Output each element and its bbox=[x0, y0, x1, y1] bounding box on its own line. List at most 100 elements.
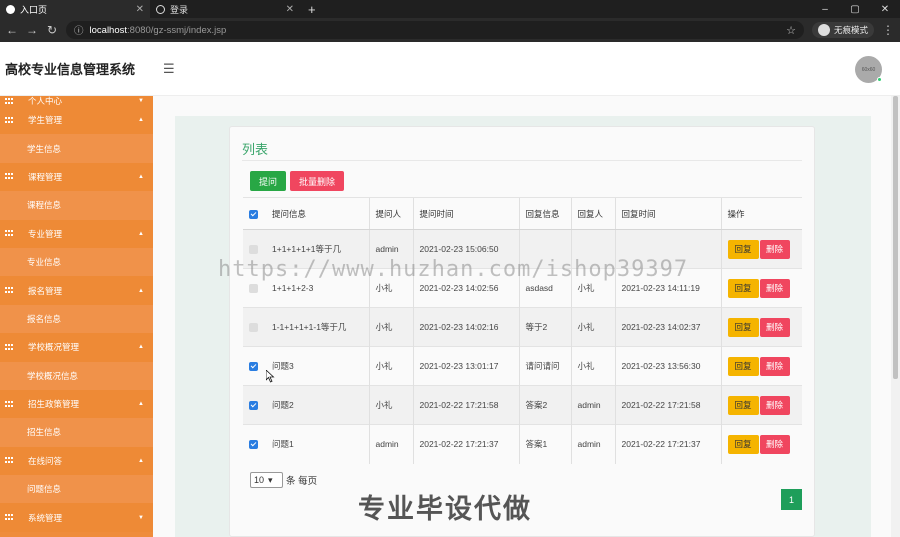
delete-button[interactable]: 删除 bbox=[759, 434, 790, 454]
avatar[interactable]: 60x60 bbox=[855, 56, 882, 83]
column-header-asker: 提问人 bbox=[368, 197, 413, 230]
cell-reply-time: 2021-02-22 17:21:58 bbox=[614, 385, 721, 425]
browser-tab-login[interactable]: 登录 ✕ bbox=[150, 0, 300, 18]
sidebar-group-13[interactable]: 在线问答 ▲ bbox=[0, 446, 153, 476]
batch-delete-button[interactable]: 批量删除 bbox=[290, 171, 344, 191]
sidebar-item-label: 专业信息 bbox=[27, 257, 62, 268]
sidebar-item-10[interactable]: 学校概况信息 bbox=[0, 361, 153, 390]
reply-button[interactable]: 回复 bbox=[727, 434, 759, 454]
more-menu-icon[interactable]: ⋮ bbox=[882, 23, 894, 37]
reply-button[interactable]: 回复 bbox=[727, 278, 759, 298]
cell-question: 问题2 bbox=[266, 385, 369, 425]
column-header-reply-time: 回复时间 bbox=[614, 197, 721, 230]
cell-reply-time: 2021-02-23 13:56:30 bbox=[614, 346, 721, 386]
cell-replier: 小礼 bbox=[570, 346, 615, 386]
divider bbox=[242, 160, 802, 161]
chevron-up-icon: ▲ bbox=[138, 230, 144, 237]
sidebar-item-label: 学校概况信息 bbox=[27, 370, 79, 381]
column-header-replier: 回复人 bbox=[570, 197, 615, 230]
sidebar: 个人中心 ▼ 学生管理 ▲ 学生信息 课程管理 ▲ 课程信息专业管理 ▲ 专业信息报名管理 ▲ 报名信… bbox=[0, 96, 153, 537]
grid-menu-icon bbox=[5, 97, 13, 105]
sidebar-group-11[interactable]: 招生政策管理 ▲ bbox=[0, 389, 153, 419]
incognito-profile-button[interactable]: 无痕模式 bbox=[811, 22, 874, 38]
reload-icon[interactable]: ↻ bbox=[46, 23, 58, 37]
new-tab-button[interactable]: + bbox=[300, 2, 324, 17]
sidebar-item-4[interactable]: 课程信息 bbox=[0, 191, 153, 220]
reply-button[interactable]: 回复 bbox=[727, 239, 759, 259]
table-row: 问题2 小礼 2021-02-22 17:21:58 答案2 admin 2021-02-… bbox=[243, 385, 802, 425]
sidebar-item-8[interactable]: 报名信息 bbox=[0, 304, 153, 334]
grid-menu-icon bbox=[5, 457, 13, 464]
info-icon[interactable]: ⓘ bbox=[74, 23, 84, 37]
bookmark-star-icon[interactable]: ☆ bbox=[786, 24, 796, 37]
table-row: 1-1+1+1+1-1等于几 小礼 2021-02-23 14:02:16 等于2 小礼… bbox=[243, 307, 802, 347]
globe-icon bbox=[156, 4, 165, 14]
row-checkbox[interactable] bbox=[249, 362, 258, 372]
row-checkbox[interactable] bbox=[249, 245, 258, 255]
close-icon[interactable]: ✕ bbox=[286, 4, 294, 15]
row-checkbox[interactable] bbox=[249, 284, 258, 294]
sidebar-item-label: 系统管理 bbox=[28, 512, 63, 523]
sidebar-group-1[interactable]: 学生管理 ▲ bbox=[0, 106, 153, 135]
reply-button[interactable]: 回复 bbox=[727, 317, 759, 337]
app-title: 高校专业信息管理系统 bbox=[5, 62, 136, 77]
delete-button[interactable]: 删除 bbox=[759, 239, 790, 259]
sidebar-item-label: 专业管理 bbox=[28, 228, 63, 239]
page-size-select[interactable]: 10 ▾ bbox=[250, 472, 283, 488]
sidebar-item-6[interactable]: 专业信息 bbox=[0, 247, 153, 277]
sidebar-group-15[interactable]: 系统管理 ▼ bbox=[0, 503, 153, 532]
grid-menu-icon bbox=[5, 343, 13, 351]
close-window-button[interactable]: ✕ bbox=[870, 4, 900, 15]
cell-ask-time: 2021-02-22 17:21:37 bbox=[412, 424, 519, 464]
row-checkbox[interactable] bbox=[249, 323, 258, 333]
page-scrollbar[interactable] bbox=[891, 96, 900, 537]
hamburger-menu-icon[interactable]: ☰ bbox=[163, 61, 175, 77]
ask-question-button[interactable]: 提问 bbox=[250, 171, 286, 191]
delete-button[interactable]: 删除 bbox=[759, 317, 790, 337]
close-icon[interactable]: ✕ bbox=[136, 4, 144, 15]
cell-replier: admin bbox=[570, 424, 615, 464]
sidebar-group-5[interactable]: 专业管理 ▲ bbox=[0, 219, 153, 248]
sidebar-item-label: 报名信息 bbox=[27, 313, 62, 324]
url-path: :8080/gz-ssmj/index.jsp bbox=[127, 24, 227, 36]
sidebar-group-0[interactable]: 个人中心 ▼ bbox=[0, 96, 153, 106]
maximize-button[interactable]: ▢ bbox=[840, 4, 870, 15]
cell-reply: 请问请问 bbox=[518, 346, 571, 386]
reply-button[interactable]: 回复 bbox=[727, 395, 759, 415]
table-header-row: 提问信息 提问人 提问时间 回复信息 回复人 回复时间 操作 bbox=[243, 197, 802, 230]
chevron-down-icon: ▼ bbox=[138, 514, 144, 521]
delete-button[interactable]: 删除 bbox=[759, 278, 790, 298]
minimize-button[interactable]: – bbox=[810, 4, 840, 15]
questions-table: 提问信息 提问人 提问时间 回复信息 回复人 回复时间 操作 1+1+1+1+1… bbox=[243, 197, 802, 464]
sidebar-item-label: 招生信息 bbox=[27, 427, 62, 438]
cell-reply: 答案1 bbox=[518, 424, 571, 464]
chevron-up-icon: ▲ bbox=[138, 401, 144, 408]
grid-menu-icon bbox=[5, 173, 13, 180]
table-row: 问题1 admin 2021-02-22 17:21:37 答案1 admin 2021-… bbox=[243, 424, 802, 464]
page-number-button[interactable]: 1 bbox=[781, 489, 802, 510]
select-all-checkbox[interactable] bbox=[249, 209, 258, 219]
reply-button[interactable]: 回复 bbox=[727, 356, 759, 376]
cell-asker: 小礼 bbox=[368, 385, 413, 425]
delete-button[interactable]: 删除 bbox=[759, 356, 790, 376]
tab-title: 登录 bbox=[170, 4, 189, 15]
scrollbar-thumb[interactable] bbox=[893, 96, 898, 379]
sidebar-group-3[interactable]: 课程管理 ▲ bbox=[0, 162, 153, 192]
back-arrow-icon[interactable]: ← bbox=[6, 23, 18, 37]
grid-menu-icon bbox=[5, 230, 13, 237]
sidebar-item-14[interactable]: 问题信息 bbox=[0, 475, 153, 504]
cell-ask-time: 2021-02-23 14:02:16 bbox=[412, 307, 519, 347]
sidebar-item-2[interactable]: 学生信息 bbox=[0, 134, 153, 163]
sidebar-item-12[interactable]: 招生信息 bbox=[0, 418, 153, 447]
row-checkbox[interactable] bbox=[249, 440, 258, 450]
column-header-ask-time: 提问时间 bbox=[412, 197, 519, 230]
row-checkbox[interactable] bbox=[249, 401, 258, 411]
forward-arrow-icon[interactable]: → bbox=[26, 23, 38, 37]
sidebar-group-7[interactable]: 报名管理 ▲ bbox=[0, 276, 153, 305]
address-bar[interactable]: ⓘ localhost:8080/gz-ssmj/index.jsp ☆ bbox=[66, 21, 804, 39]
cell-question: 1-1+1+1+1-1等于几 bbox=[266, 307, 369, 347]
sidebar-group-9[interactable]: 学校概况管理 ▲ bbox=[0, 333, 153, 362]
grid-menu-icon bbox=[5, 116, 13, 124]
browser-tab-home[interactable]: 入口页 ✕ bbox=[0, 0, 150, 18]
delete-button[interactable]: 删除 bbox=[759, 395, 790, 415]
